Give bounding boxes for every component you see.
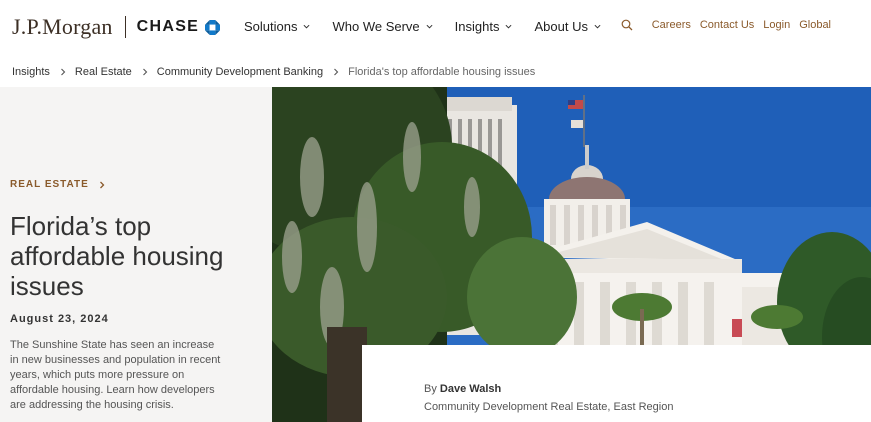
- breadcrumb-community-development[interactable]: Community Development Banking: [157, 66, 323, 78]
- breadcrumb-current-page: Florida's top affordable housing issues: [348, 66, 536, 78]
- article-description: The Sunshine State has seen an increase …: [10, 339, 221, 411]
- brand-logo[interactable]: J.P.Morgan CHASE: [12, 14, 221, 40]
- chevron-right-icon: [61, 68, 66, 76]
- nav-about-us[interactable]: About Us: [534, 19, 601, 34]
- category-link[interactable]: REAL ESTATE: [10, 179, 105, 190]
- chevron-right-icon: [334, 68, 339, 76]
- byline-card: By Dave Walsh Community Development Real…: [362, 345, 871, 422]
- utility-nav: Careers Contact Us Login Global: [621, 19, 831, 31]
- author-name[interactable]: Dave Walsh: [440, 383, 501, 395]
- chase-wordmark: CHASE: [136, 18, 200, 35]
- chase-octagon-icon: [205, 19, 221, 35]
- nav-who-we-serve[interactable]: Who We Serve: [332, 19, 433, 34]
- nav-label: Who We Serve: [332, 19, 420, 34]
- nav-insights[interactable]: Insights: [455, 19, 513, 34]
- site-header: J.P.Morgan CHASE Solutions Who We Serve …: [0, 0, 871, 54]
- careers-link[interactable]: Careers: [652, 19, 691, 31]
- category-label: REAL ESTATE: [10, 179, 89, 190]
- article-date: August 23, 2024: [10, 313, 109, 325]
- author-role: Community Development Real Estate, East …: [424, 401, 674, 413]
- logo-divider: [124, 16, 126, 38]
- breadcrumb-insights[interactable]: Insights: [12, 66, 50, 78]
- breadcrumb-real-estate[interactable]: Real Estate: [75, 66, 132, 78]
- chevron-down-icon: [303, 24, 310, 29]
- chevron-right-icon: [99, 181, 105, 188]
- hero-text-panel: REAL ESTATE Florida’s top affordable hou…: [0, 87, 272, 422]
- article-title: Florida’s top affordable housing issues: [10, 211, 224, 301]
- nav-solutions[interactable]: Solutions: [244, 19, 310, 34]
- nav-label: Insights: [454, 19, 500, 34]
- chevron-down-icon: [505, 24, 512, 29]
- contact-us-link[interactable]: Contact Us: [700, 19, 754, 31]
- chevron-right-icon: [142, 68, 148, 76]
- jpmorgan-wordmark: J.P.Morgan: [12, 14, 113, 39]
- main-nav: Solutions Who We Serve Insights About Us: [244, 19, 623, 34]
- login-link[interactable]: Login: [763, 19, 790, 31]
- nav-label: About Us: [534, 19, 588, 34]
- nav-label: Solutions: [244, 19, 298, 34]
- search-icon[interactable]: [621, 19, 633, 31]
- author-byline: By Dave Walsh: [424, 383, 501, 395]
- breadcrumb: Insights Real Estate Community Developme…: [12, 66, 535, 78]
- chevron-down-icon: [594, 24, 601, 29]
- by-prefix: By: [424, 383, 437, 395]
- global-link[interactable]: Global: [799, 19, 831, 31]
- chevron-down-icon: [426, 24, 433, 29]
